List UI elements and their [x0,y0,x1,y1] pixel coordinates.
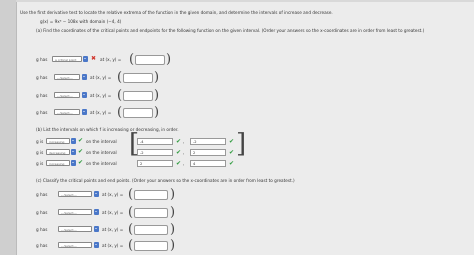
extremum-type-select[interactable]: ---Select--- [54,74,80,80]
correct-check-icon: ✔ [229,160,235,167]
open-paren: ( [128,187,134,202]
at-xy-label: at (x, y) = [90,93,112,98]
correct-check-icon: ✔ [78,159,84,166]
right-bracket: ] [236,129,247,159]
g-has-label: g has [36,210,48,215]
interval-left-input[interactable]: -2 [137,149,173,156]
close-paren: ) [170,238,176,253]
close-paren: ) [170,205,176,220]
monotonicity-select[interactable]: increasing [46,138,70,144]
part-c-heading: (c) Classify the critical points and end… [36,178,295,183]
coordinate-input[interactable] [123,91,153,101]
interval-separator: , [183,150,185,155]
open-paren: ( [128,238,134,253]
open-paren: ( [128,222,134,237]
g-has-label: g has [36,57,48,62]
g-has-label: g has [36,192,48,197]
classification-select[interactable]: ---Select--- [58,226,92,232]
open-paren: ( [128,205,134,220]
classification-select[interactable]: ---Select--- [58,242,92,248]
coordinate-input[interactable] [123,108,153,118]
extremum-type-select[interactable]: a critical point [52,56,82,62]
coordinate-input[interactable] [134,241,168,251]
coordinate-input[interactable] [134,225,168,235]
at-xy-label: at (x, y) = [102,192,124,197]
correct-check-icon: ✔ [176,149,182,156]
at-xy-label: at (x, y) = [90,110,112,115]
at-xy-label: at (x, y) = [102,243,124,248]
interval-label: on the interval [86,150,117,155]
instructions-text: Use the first derivative test to locate … [20,10,333,15]
g-is-label: g is [36,139,44,144]
correct-check-icon: ✔ [78,137,84,144]
chevron-down-icon[interactable] [94,226,99,232]
open-paren: ( [117,105,123,120]
part-a-heading: (a) Find the coordinates of the critical… [36,28,425,33]
chevron-down-icon[interactable] [71,149,76,155]
extremum-type-select[interactable]: ---Select--- [54,109,80,115]
correct-check-icon: ✔ [229,149,235,156]
interval-left-input[interactable]: 2 [137,160,173,167]
at-xy-label: at (x, y) = [102,227,124,232]
coordinate-input[interactable] [134,208,168,218]
correct-check-icon: ✔ [78,148,84,155]
chevron-down-icon[interactable] [82,109,87,115]
g-has-label: g has [36,75,48,80]
at-xy-label: at (x, y) = [100,57,122,62]
close-paren: ) [154,105,160,120]
monotonicity-select[interactable]: decreasing [46,149,70,155]
correct-check-icon: ✔ [176,160,182,167]
interval-right-input[interactable]: 2 [190,149,226,156]
g-has-label: g has [36,243,48,248]
interval-separator: , [183,161,185,166]
interval-separator: , [183,139,185,144]
close-paren: ) [170,187,176,202]
chevron-down-icon[interactable] [94,191,99,197]
at-xy-label: at (x, y) = [102,210,124,215]
g-has-label: g has [36,93,48,98]
classification-select[interactable]: ---Select--- [58,209,92,215]
left-gutter [0,0,16,255]
chevron-down-icon[interactable] [71,138,76,144]
part-b-heading: (b) List the intervals on which f is inc… [36,127,179,132]
correct-check-icon: ✔ [229,138,235,145]
close-paren: ) [166,52,172,67]
chevron-down-icon[interactable] [83,56,88,62]
g-has-label: g has [36,110,48,115]
close-paren: ) [154,88,160,103]
monotonicity-select[interactable]: increasing [46,160,70,166]
function-definition: g(x) = 9x³ − 108x with domain (−4, 4) [40,19,122,24]
interval-label: on the interval [86,139,117,144]
close-paren: ) [154,70,160,85]
coordinate-input[interactable] [135,55,165,65]
g-has-label: g has [36,227,48,232]
interval-left-input[interactable]: -4 [137,138,173,145]
classification-select[interactable]: ---Select--- [58,191,92,197]
coordinate-input[interactable] [123,73,153,83]
chevron-down-icon[interactable] [82,74,87,80]
incorrect-x-icon: ✖ [91,55,97,62]
extremum-type-select[interactable]: ---Select--- [54,92,80,98]
chevron-down-icon[interactable] [82,92,87,98]
interval-right-input[interactable]: 4 [190,160,226,167]
chevron-down-icon[interactable] [94,209,99,215]
correct-check-icon: ✔ [176,138,182,145]
coordinate-input[interactable] [134,190,168,200]
open-paren: ( [129,52,135,67]
chevron-down-icon[interactable] [71,160,76,166]
at-xy-label: at (x, y) = [90,75,112,80]
interval-right-input[interactable]: -2 [190,138,226,145]
open-paren: ( [117,88,123,103]
chevron-down-icon[interactable] [94,242,99,248]
interval-label: on the interval [86,161,117,166]
g-is-label: g is [36,150,44,155]
g-is-label: g is [36,161,44,166]
open-paren: ( [117,70,123,85]
close-paren: ) [170,222,176,237]
